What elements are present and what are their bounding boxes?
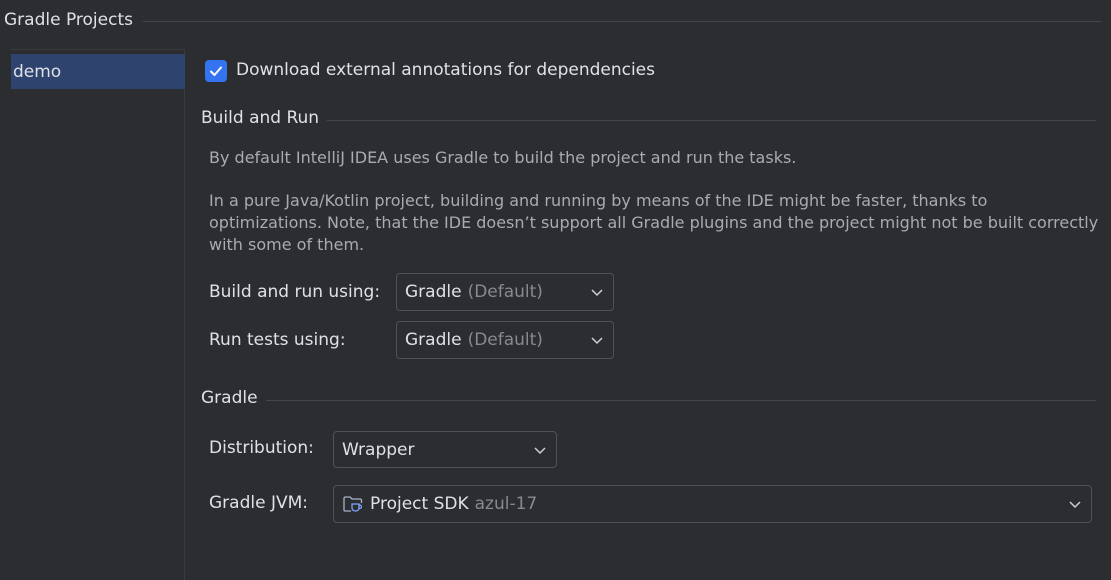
download-annotations-label[interactable]: Download external annotations for depend…	[236, 60, 655, 80]
run-tests-using-hint: (Default)	[467, 330, 543, 350]
build-and-run-note-line3: with some of them.	[209, 235, 365, 254]
build-and-run-description: By default IntelliJ IDEA uses Gradle to …	[209, 148, 797, 167]
header-separator	[143, 21, 1101, 22]
build-and-run-note-line2: optimizations. Note, that the IDE doesn’…	[209, 213, 1099, 232]
projects-list	[10, 49, 185, 580]
project-item-label: demo	[13, 61, 62, 82]
distribution-value: Wrapper	[342, 439, 415, 460]
gradle-separator	[266, 400, 1096, 401]
chevron-down-icon	[1069, 501, 1081, 509]
build-run-using-value: Gradle	[405, 282, 462, 302]
build-and-run-note-line1: In a pure Java/Kotlin project, building …	[209, 191, 988, 210]
page-title: Gradle Projects	[4, 10, 133, 30]
gradle-jvm-hint: azul-17	[474, 494, 538, 514]
gradle-jvm-select[interactable]: Project SDK azul-17	[333, 485, 1092, 523]
gradle-title: Gradle	[201, 388, 258, 408]
build-and-run-title: Build and Run	[201, 108, 320, 128]
distribution-select[interactable]: Wrapper	[333, 431, 557, 468]
checkmark-icon	[210, 66, 222, 76]
gradle-jvm-label: Gradle JVM:	[209, 493, 308, 513]
project-item-demo[interactable]: demo	[11, 54, 185, 89]
chevron-down-icon	[591, 289, 603, 297]
run-tests-using-select[interactable]: Gradle (Default)	[396, 321, 614, 359]
folder-sdk-icon	[343, 496, 363, 512]
build-and-run-separator	[327, 120, 1096, 121]
build-run-using-label: Build and run using:	[209, 282, 381, 302]
build-run-using-hint: (Default)	[467, 282, 543, 302]
download-annotations-checkbox[interactable]	[205, 60, 227, 82]
run-tests-using-label: Run tests using:	[209, 330, 346, 350]
run-tests-using-value: Gradle	[405, 330, 462, 350]
chevron-down-icon	[534, 446, 546, 454]
chevron-down-icon	[591, 337, 603, 345]
distribution-label: Distribution:	[209, 438, 314, 458]
build-run-using-select[interactable]: Gradle (Default)	[396, 273, 614, 311]
gradle-jvm-value: Project SDK	[370, 494, 469, 514]
